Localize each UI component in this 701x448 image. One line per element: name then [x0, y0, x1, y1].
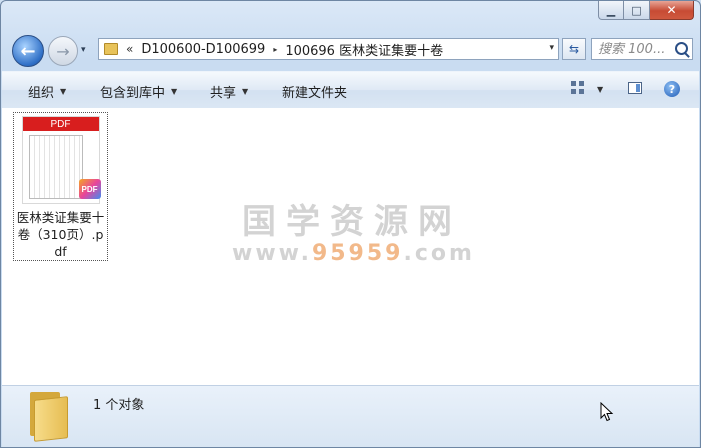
explorer-window: ▁ □ ✕ ← → ▾ « D100600-D100699 ▸ 100696 医…: [0, 0, 701, 448]
file-list-area[interactable]: PDF PDF 医林类证集要十卷（310页）.pdf 国学资源网 www.959…: [2, 108, 699, 385]
organize-menu[interactable]: 组织 ▼: [28, 82, 66, 101]
pdf-app-icon: PDF: [78, 179, 101, 199]
address-bar[interactable]: « D100600-D100699 ▸ 100696 医林类证集要十卷 ▾: [98, 38, 559, 60]
folder-icon: [30, 392, 68, 442]
back-button[interactable]: ←: [12, 35, 44, 67]
organize-label: 组织: [28, 86, 55, 101]
share-label: 共享: [210, 86, 237, 101]
breadcrumb-separator-icon[interactable]: ▸: [273, 45, 277, 54]
watermark-url-prefix: www.: [232, 241, 312, 266]
command-bar: 组织 ▼ 包含到库中 ▼ 共享 ▼ 新建文件夹 ▼ ?: [2, 71, 699, 109]
preview-pane-icon[interactable]: [628, 82, 642, 94]
help-icon[interactable]: ?: [664, 81, 680, 97]
search-input[interactable]: [598, 41, 674, 57]
pdf-thumbnail: PDF PDF: [21, 116, 101, 204]
caption-buttons: ▁ □ ✕: [598, 1, 694, 20]
refresh-button[interactable]: ⇆: [562, 38, 586, 60]
forward-button[interactable]: →: [48, 36, 78, 66]
view-options-dropdown-icon[interactable]: ▼: [597, 85, 603, 94]
close-button[interactable]: ✕: [650, 1, 694, 20]
minimize-button[interactable]: ▁: [598, 1, 624, 20]
search-icon[interactable]: [675, 42, 688, 55]
watermark-title: 国学资源网: [242, 202, 462, 242]
chevron-down-icon: ▼: [242, 87, 249, 96]
watermark-url-suffix: .com: [403, 241, 475, 266]
breadcrumb-segment-current[interactable]: 100696 医林类证集要十卷: [285, 40, 443, 59]
include-in-library-menu[interactable]: 包含到库中 ▼: [100, 82, 177, 101]
recent-pages-dropdown[interactable]: ▾: [81, 45, 86, 55]
details-pane: 1 个对象: [2, 385, 699, 447]
watermark-url: www.95959.com: [232, 241, 472, 266]
pdf-thumbnail-header: PDF: [22, 117, 99, 131]
address-dropdown-icon[interactable]: ▾: [549, 43, 554, 53]
new-folder-button[interactable]: 新建文件夹: [282, 82, 347, 101]
breadcrumb-segment[interactable]: D100600-D100699: [141, 42, 265, 57]
chevron-down-icon: ▼: [60, 87, 67, 96]
item-count: 1 个对象: [93, 398, 145, 413]
chevron-down-icon: ▼: [171, 87, 178, 96]
file-item[interactable]: PDF PDF 医林类证集要十卷（310页）.pdf: [13, 112, 108, 261]
maximize-button[interactable]: □: [624, 1, 650, 20]
folder-icon: [104, 43, 118, 55]
document-page-preview: [28, 135, 83, 199]
watermark: 国学资源网 www.95959.com: [232, 194, 472, 266]
change-view-icon[interactable]: [571, 81, 585, 95]
new-folder-label: 新建文件夹: [282, 86, 348, 101]
file-name[interactable]: 医林类证集要十卷（310页）.pdf: [15, 209, 107, 260]
overflow-chevron-icon[interactable]: «: [126, 42, 133, 56]
mouse-cursor-icon: [600, 402, 614, 422]
share-menu[interactable]: 共享 ▼: [210, 82, 248, 101]
search-box[interactable]: [591, 38, 693, 60]
include-in-library-label: 包含到库中: [100, 86, 166, 101]
watermark-url-number: 95959: [311, 241, 404, 266]
